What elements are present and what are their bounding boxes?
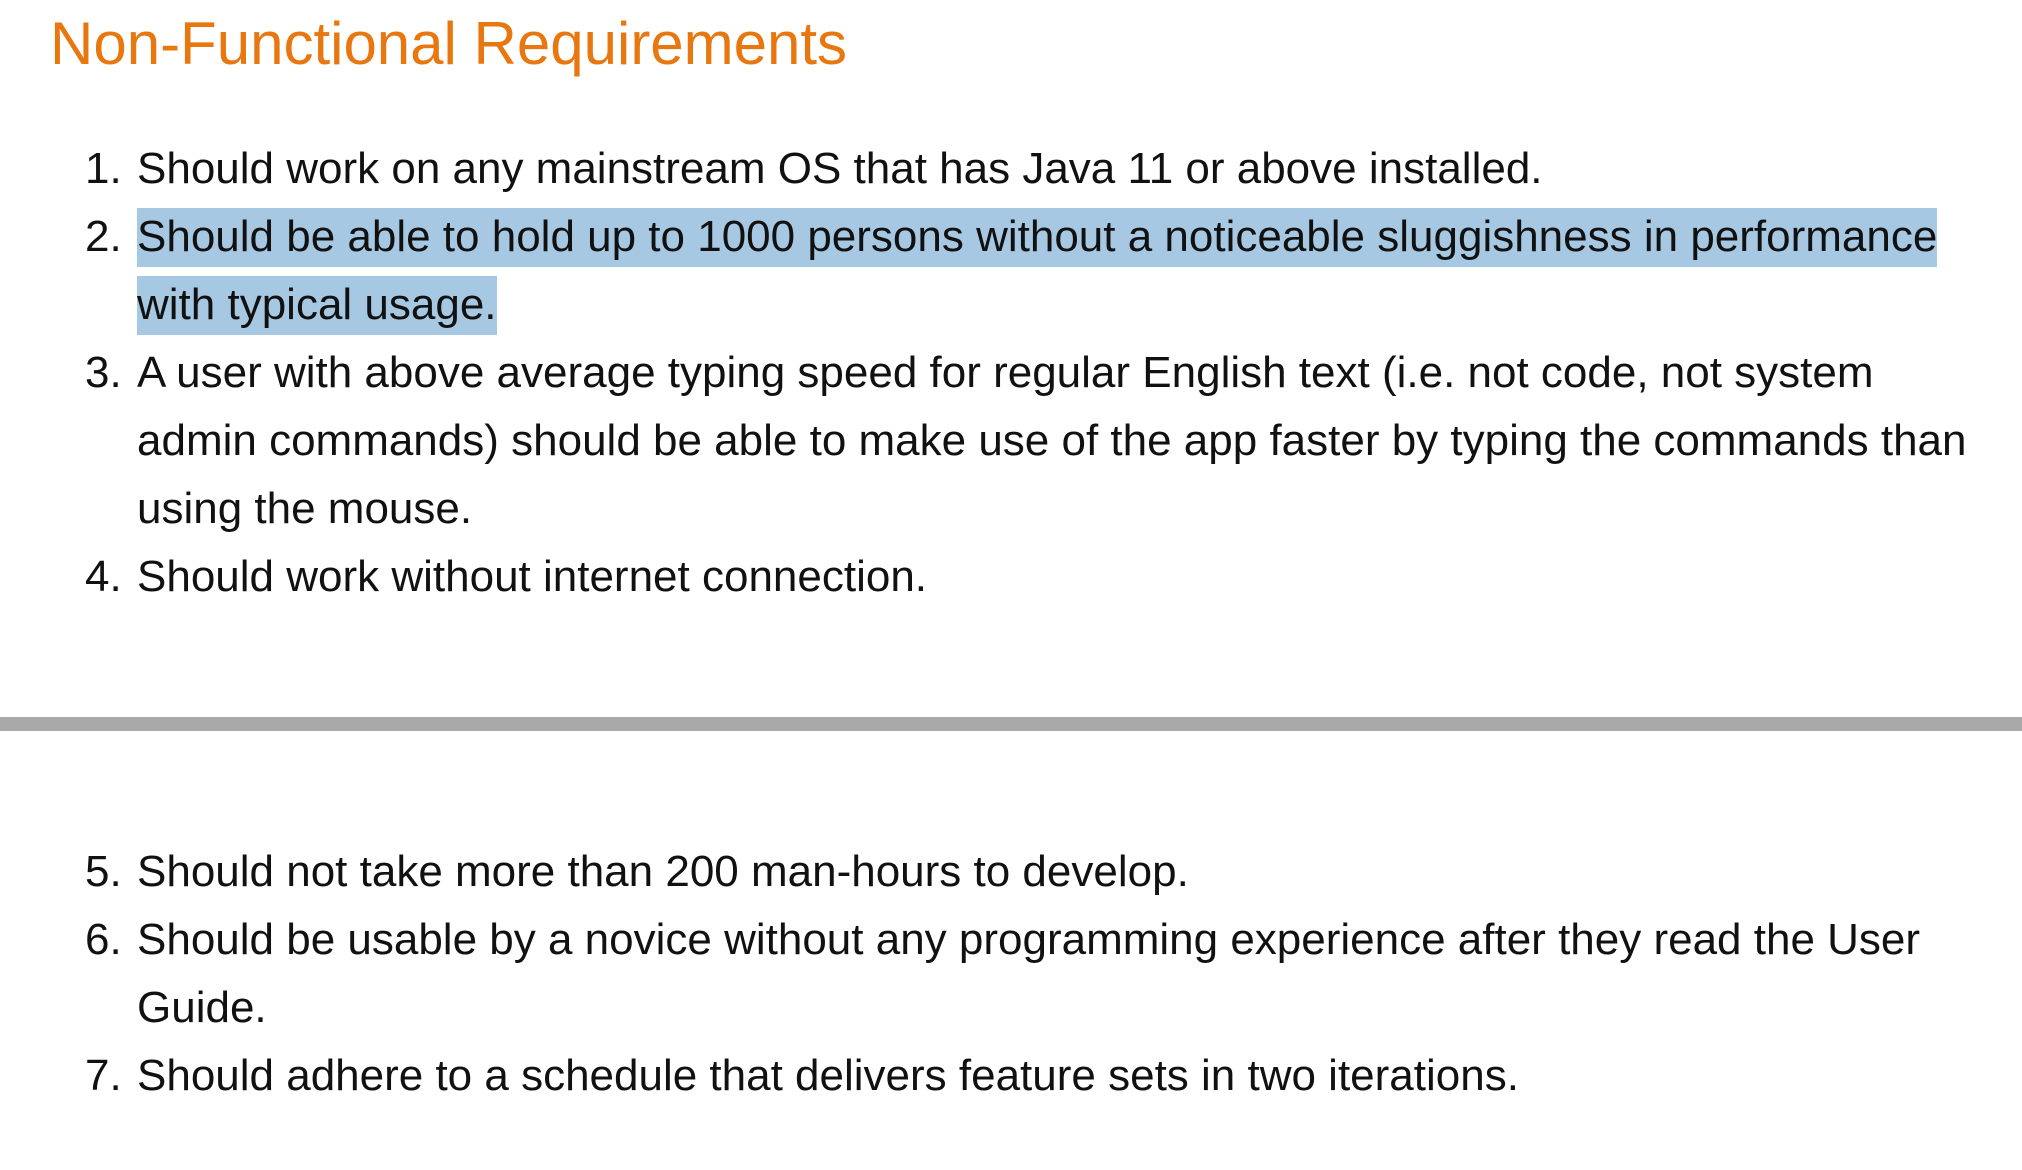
- page-heading: Non-Functional Requirements: [50, 10, 848, 77]
- requirement-text[interactable]: Should adhere to a schedule that deliver…: [137, 1051, 1519, 1100]
- requirement-item-4: 4. Should work without internet connecti…: [0, 543, 2022, 611]
- requirements-list-part2: 5. Should not take more than 200 man-hou…: [0, 838, 2022, 1110]
- requirement-item-1: 1. Should work on any mainstream OS that…: [0, 135, 2022, 203]
- item-number: 1.: [85, 144, 122, 193]
- item-number: 4.: [85, 552, 122, 601]
- requirement-item-6: 6. Should be usable by a novice without …: [0, 906, 2022, 1042]
- item-number: 7.: [85, 1051, 122, 1100]
- item-number: 6.: [85, 915, 122, 964]
- item-number: 2.: [85, 212, 122, 261]
- requirements-list-part1: 1. Should work on any mainstream OS that…: [0, 135, 2022, 611]
- requirement-text[interactable]: Should be usable by a novice without any…: [137, 915, 1920, 1032]
- requirement-item-5: 5. Should not take more than 200 man-hou…: [0, 838, 2022, 906]
- requirement-text[interactable]: Should not take more than 200 man-hours …: [137, 847, 1189, 896]
- requirement-text-selected[interactable]: Should be able to hold up to 1000 person…: [137, 208, 1938, 335]
- requirement-item-2: 2. Should be able to hold up to 1000 per…: [0, 203, 2022, 339]
- page-break-divider: [0, 717, 2022, 731]
- item-number: 5.: [85, 847, 122, 896]
- requirement-text[interactable]: Should work on any mainstream OS that ha…: [137, 144, 1543, 193]
- requirement-item-7: 7. Should adhere to a schedule that deli…: [0, 1042, 2022, 1110]
- requirement-text[interactable]: Should work without internet connection.: [137, 552, 927, 601]
- requirement-item-3: 3. A user with above average typing spee…: [0, 339, 2022, 543]
- item-number: 3.: [85, 348, 122, 397]
- requirement-text[interactable]: A user with above average typing speed f…: [137, 348, 1966, 533]
